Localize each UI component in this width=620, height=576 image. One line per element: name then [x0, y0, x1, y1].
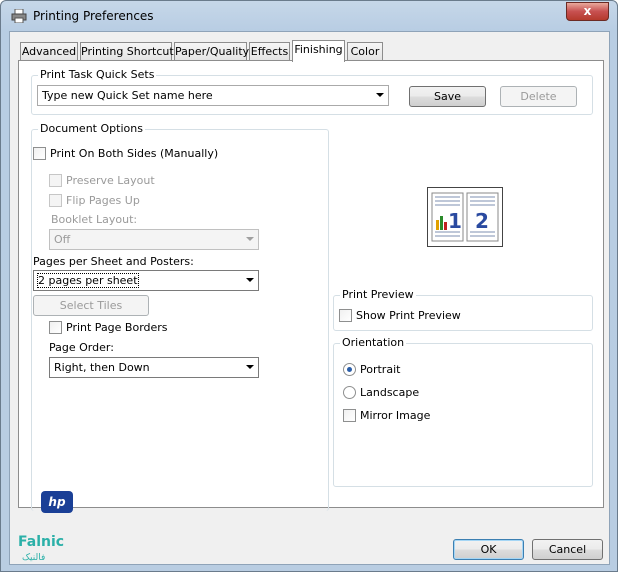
chevron-down-icon[interactable]: [376, 93, 384, 97]
landscape-radio[interactable]: Landscape: [343, 386, 419, 399]
quick-set-name-value: Type new Quick Set name here: [42, 89, 213, 102]
delete-button[interactable]: Delete: [500, 86, 577, 107]
tab-paper-quality[interactable]: Paper/Quality: [174, 42, 249, 61]
pages-per-sheet-label: Pages per Sheet and Posters:: [33, 255, 194, 268]
page-order-label: Page Order:: [49, 341, 114, 354]
watermark-brand: Falnic: [18, 534, 65, 550]
portrait-label: Portrait: [360, 363, 401, 376]
tab-effects[interactable]: Effects: [249, 42, 290, 61]
chevron-down-icon[interactable]: [246, 365, 254, 369]
watermark-sub: فالنیک: [22, 553, 46, 563]
tab-advanced[interactable]: Advanced: [20, 42, 78, 61]
pages-per-sheet-select[interactable]: 2 pages per sheet: [33, 270, 259, 291]
tab-printing-shortcuts[interactable]: Printing Shortcuts: [80, 42, 179, 61]
portrait-radio[interactable]: Portrait: [343, 363, 400, 376]
flip-pages-up-label: Flip Pages Up: [66, 194, 140, 207]
booklet-layout-value: Off: [54, 233, 71, 246]
landscape-label: Landscape: [360, 386, 420, 399]
preserve-layout-checkbox[interactable]: Preserve Layout: [49, 174, 155, 187]
checkbox-box[interactable]: [49, 194, 62, 207]
radio-selected[interactable]: [343, 363, 356, 376]
checkbox-box[interactable]: [343, 409, 356, 422]
title-bar[interactable]: Printing Preferences x: [1, 1, 617, 31]
printer-icon: [11, 9, 27, 23]
checkbox-box[interactable]: [33, 147, 46, 160]
booklet-layout-select[interactable]: Off: [49, 229, 259, 250]
chevron-down-icon[interactable]: [246, 278, 254, 282]
checkbox-box[interactable]: [49, 321, 62, 334]
preserve-layout-label: Preserve Layout: [66, 174, 155, 187]
print-page-borders-checkbox[interactable]: Print Page Borders: [49, 321, 168, 334]
mirror-image-label: Mirror Image: [360, 409, 431, 422]
close-button[interactable]: x: [566, 2, 609, 21]
print-both-sides-checkbox[interactable]: Print On Both Sides (Manually): [33, 147, 218, 160]
dialog-client: Advanced Printing Shortcuts Paper/Qualit…: [9, 31, 610, 565]
flip-pages-up-checkbox[interactable]: Flip Pages Up: [49, 194, 140, 207]
print-preview-label: Print Preview: [340, 288, 416, 301]
tab-finishing[interactable]: Finishing: [292, 40, 345, 62]
tab-color[interactable]: Color: [347, 42, 383, 61]
show-print-preview-label: Show Print Preview: [356, 309, 461, 322]
quick-sets-label: Print Task Quick Sets: [38, 68, 157, 81]
show-print-preview-checkbox[interactable]: Show Print Preview: [339, 309, 461, 322]
hp-logo: hp: [41, 491, 73, 513]
booklet-layout-label: Booklet Layout:: [51, 213, 138, 226]
printing-preferences-window: Printing Preferences x Advanced Printing…: [0, 0, 618, 572]
print-both-sides-label: Print On Both Sides (Manually): [50, 147, 219, 160]
two-pages-preview-icon: 1 2: [431, 192, 499, 242]
print-page-borders-label: Print Page Borders: [66, 321, 168, 334]
pages-per-sheet-value: 2 pages per sheet: [37, 273, 139, 288]
cancel-button[interactable]: Cancel: [532, 539, 603, 560]
page-order-value: Right, then Down: [54, 361, 150, 374]
layout-preview-image: 1 2: [427, 187, 503, 247]
ok-button[interactable]: OK: [453, 539, 524, 560]
window-title: Printing Preferences: [33, 9, 154, 23]
radio-unselected[interactable]: [343, 386, 356, 399]
finishing-panel: Print Task Quick Sets Type new Quick Set…: [18, 60, 604, 513]
mirror-image-checkbox[interactable]: Mirror Image: [343, 409, 430, 422]
checkbox-box[interactable]: [49, 174, 62, 187]
select-tiles-button[interactable]: Select Tiles: [33, 295, 149, 316]
orientation-label: Orientation: [340, 336, 407, 349]
checkbox-box[interactable]: [339, 309, 352, 322]
chevron-down-icon[interactable]: [246, 237, 254, 241]
quick-set-name-combo[interactable]: Type new Quick Set name here: [37, 85, 389, 106]
preview-page-2-number: 2: [475, 209, 489, 233]
save-button[interactable]: Save: [409, 86, 486, 107]
document-options-label: Document Options: [38, 122, 145, 135]
page-order-select[interactable]: Right, then Down: [49, 357, 259, 378]
preview-page-1-number: 1: [448, 209, 462, 233]
